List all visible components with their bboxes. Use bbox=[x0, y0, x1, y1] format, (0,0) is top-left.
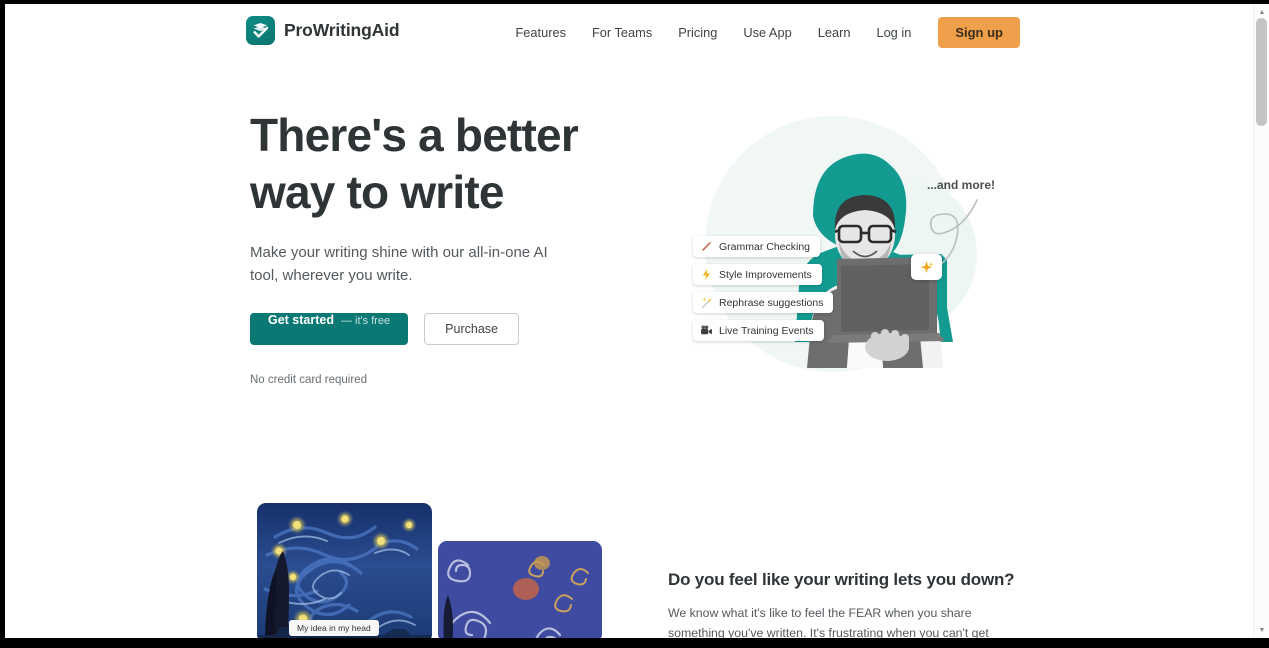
no-credit-card-note: No credit card required bbox=[250, 374, 367, 386]
hero-subtitle: Make your writing shine with our all-in-… bbox=[250, 244, 548, 284]
my-idea-label: My idea in my head bbox=[289, 620, 379, 636]
browser-viewport: ProWritingAid Features For Teams Pricing… bbox=[5, 4, 1269, 638]
nav-link-pricing[interactable]: Pricing bbox=[665, 25, 730, 40]
hero-illustration: ...and more! Grammar Checking Style Impr… bbox=[665, 104, 1015, 394]
nav-link-for-teams[interactable]: For Teams bbox=[579, 25, 665, 40]
hero-title-line-1: There's a better bbox=[250, 109, 579, 161]
book-check-logo-icon bbox=[246, 16, 275, 45]
and-more-label: ...and more! bbox=[927, 178, 996, 192]
main-navigation: Features For Teams Pricing Use App Learn… bbox=[502, 4, 1020, 60]
sign-up-button[interactable]: Sign up bbox=[938, 16, 1020, 48]
get-started-label: Get started bbox=[268, 313, 334, 327]
purchase-button[interactable]: Purchase bbox=[424, 313, 519, 345]
starry-night-painting-card: My idea in my head bbox=[257, 503, 432, 638]
sparkle-icon bbox=[911, 254, 942, 280]
scroll-down-arrow-icon[interactable]: ▼ bbox=[1254, 622, 1269, 638]
feature-pill-label: Grammar Checking bbox=[719, 240, 811, 253]
simplified-sketch-card bbox=[438, 541, 602, 638]
feature-pill-grammar-checking[interactable]: Grammar Checking bbox=[693, 236, 821, 257]
feature-pill-rephrase-suggestions[interactable]: Rephrase suggestions bbox=[693, 292, 834, 313]
feature-pill-label: Rephrase suggestions bbox=[719, 296, 824, 309]
nav-link-features[interactable]: Features bbox=[502, 25, 579, 40]
comparison-artwork: My idea in my head bbox=[257, 503, 602, 638]
section-heading: Do you feel like your writing lets you d… bbox=[668, 570, 1015, 589]
writing-lets-you-down-section: Do you feel like your writing lets you d… bbox=[668, 570, 1015, 638]
get-started-note: — it's free bbox=[341, 315, 391, 327]
hero-copy: There's a better way to write Make your … bbox=[250, 107, 650, 386]
feature-pill-live-training-events[interactable]: Live Training Events bbox=[693, 320, 824, 341]
nav-link-use-app[interactable]: Use App bbox=[730, 25, 804, 40]
page-scrollbar[interactable]: ▲ ▼ bbox=[1253, 4, 1269, 638]
brand-logo-link[interactable]: ProWritingAid bbox=[246, 16, 400, 45]
nav-link-learn[interactable]: Learn bbox=[805, 25, 864, 40]
brand-name: ProWritingAid bbox=[284, 20, 400, 40]
nav-link-log-in[interactable]: Log in bbox=[863, 25, 924, 40]
feature-pill-label: Style Improvements bbox=[719, 268, 812, 281]
feature-pill-label: Live Training Events bbox=[719, 324, 814, 337]
get-started-button[interactable]: Get started — it's free bbox=[250, 313, 409, 345]
site-header: ProWritingAid Features For Teams Pricing… bbox=[5, 4, 1252, 60]
video-camera-icon bbox=[700, 324, 713, 337]
lightning-bolt-icon bbox=[700, 268, 713, 281]
feature-pill-style-improvements[interactable]: Style Improvements bbox=[693, 264, 822, 285]
feature-pill-list: Grammar Checking Style Improvements Reph… bbox=[693, 236, 834, 341]
section-body-text: We know what it's like to feel the FEAR … bbox=[668, 606, 989, 638]
page-title: There's a better way to write bbox=[250, 107, 650, 221]
hero-title-line-2: way to write bbox=[250, 166, 504, 218]
page-content: ProWritingAid Features For Teams Pricing… bbox=[5, 4, 1252, 638]
scrollbar-thumb[interactable] bbox=[1256, 18, 1267, 126]
hero-cta-row: Get started — it's free Purchase bbox=[250, 313, 650, 345]
pen-brush-icon bbox=[700, 240, 713, 253]
magic-wand-icon bbox=[700, 296, 713, 309]
